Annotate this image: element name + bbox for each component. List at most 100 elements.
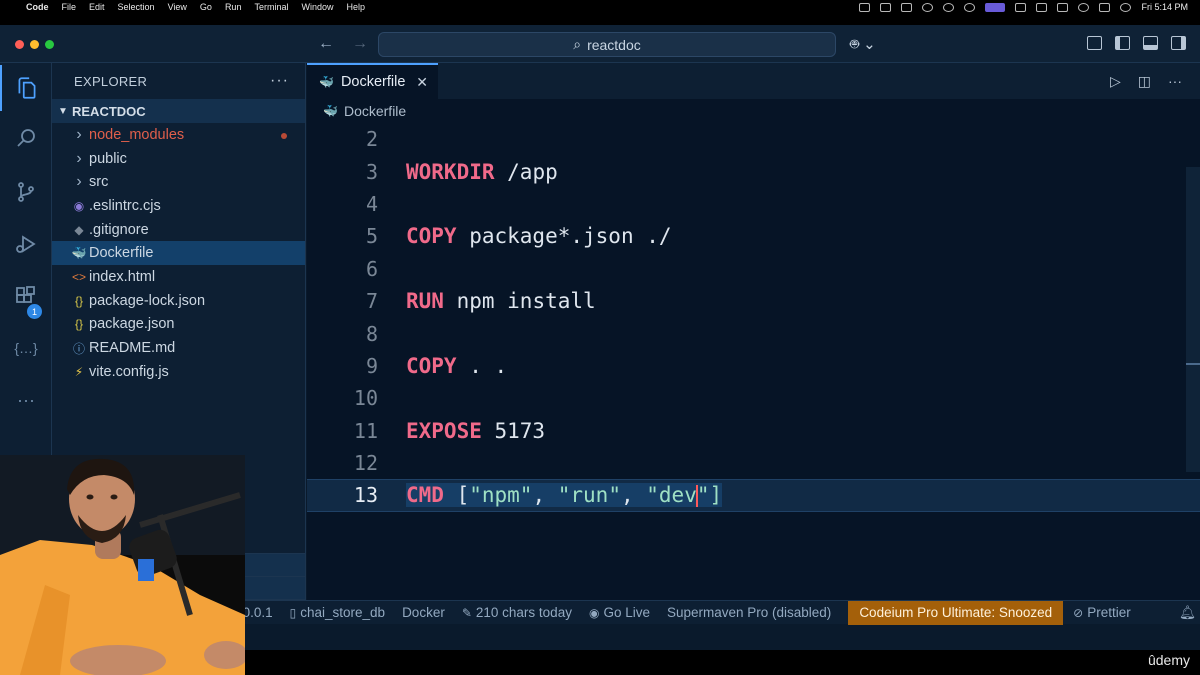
minimize-window-button[interactable]	[30, 40, 39, 49]
code-line[interactable]: 2	[307, 123, 1200, 155]
tray-image-icon[interactable]	[901, 2, 913, 12]
tray-record-icon[interactable]	[922, 2, 934, 12]
tray-display-icon[interactable]	[1057, 2, 1069, 12]
breadcrumb-file[interactable]: Dockerfile	[344, 103, 406, 119]
tray-app-icon[interactable]	[859, 2, 871, 12]
back-arrow-icon[interactable]: ←	[318, 35, 334, 53]
code-line[interactable]: 7 RUN npm install	[307, 285, 1200, 317]
line-number: 3	[365, 159, 378, 184]
siri-icon[interactable]	[1120, 2, 1132, 12]
explorer-item-vite-config-js[interactable]: ⚡ vite.config.js	[52, 360, 305, 384]
menu-app-code[interactable]: Code	[26, 2, 49, 12]
explorer-item-gitignore[interactable]: ◆ .gitignore	[52, 218, 305, 242]
tray-circle-icon[interactable]	[943, 2, 955, 12]
explorer-item-readme-md[interactable]: ⓘ README.md	[52, 336, 305, 360]
line-content[interactable]: COPY package*.json ./	[406, 224, 672, 248]
tray-active-app-icon[interactable]	[985, 2, 1006, 12]
menu-terminal[interactable]: Terminal	[254, 2, 288, 12]
status-golive[interactable]: ◉ Go Live	[589, 605, 650, 620]
chevron-right-icon: ›	[76, 173, 82, 191]
breadcrumb[interactable]: 🐳 Dockerfile	[307, 99, 1200, 123]
tray-bluetooth-icon[interactable]	[1036, 2, 1048, 12]
code-line[interactable]: 10	[307, 382, 1200, 414]
extensions-badge: 1	[27, 304, 42, 319]
tray-screen-icon[interactable]	[880, 2, 892, 12]
file-type-icon: <>	[71, 269, 86, 284]
copilot-icon[interactable]: 🤖︎ ⌄	[850, 34, 876, 55]
more-views-icon[interactable]: ···	[0, 377, 52, 423]
line-content[interactable]: CMD ["npm", "run", "dev"]	[406, 483, 723, 508]
menu-help[interactable]: Help	[346, 2, 365, 12]
json-outline-icon[interactable]: {…}	[0, 325, 52, 371]
code-line-current[interactable]: 13 CMD ["npm", "run", "dev"]	[307, 479, 1200, 512]
notifications-bell-icon[interactable]: 🔔︎	[1179, 605, 1196, 621]
status-prettier[interactable]: ⊘ Prettier	[1073, 605, 1131, 620]
command-center-search[interactable]: ⌕ reactdoc	[378, 32, 836, 57]
code-line[interactable]: 8	[307, 317, 1200, 349]
explorer-item-dockerfile[interactable]: 🐳 Dockerfile	[52, 241, 305, 266]
run-debug-icon[interactable]	[0, 221, 52, 267]
forward-arrow-icon[interactable]: →	[352, 35, 368, 53]
zoom-window-button[interactable]	[45, 40, 54, 49]
wifi-icon[interactable]	[1078, 2, 1090, 12]
explorer-item-public[interactable]: › public	[52, 147, 305, 171]
explorer-item-src[interactable]: › src	[52, 170, 305, 194]
menubar-clock[interactable]: Fri 5:14 PM	[1141, 2, 1188, 12]
menu-window[interactable]: Window	[301, 2, 333, 12]
close-window-button[interactable]	[15, 40, 24, 49]
run-icon[interactable]: ▷	[1110, 73, 1121, 90]
status-supermaven[interactable]: Supermaven Pro (disabled)	[667, 605, 831, 620]
search-icon[interactable]	[0, 115, 52, 161]
source-control-icon[interactable]	[0, 169, 52, 215]
workspace-folder-header[interactable]: ▼ REACTDOC	[52, 99, 305, 123]
status-db[interactable]: ▯ chai_store_db	[290, 605, 385, 620]
code-line[interactable]: 4	[307, 188, 1200, 220]
chevron-right-icon: ›	[76, 125, 82, 143]
toggle-panel-icon[interactable]	[1143, 36, 1158, 50]
tray-media-icon[interactable]	[964, 2, 976, 12]
toggle-primary-sidebar-icon[interactable]	[1115, 36, 1130, 50]
explorer-files-icon[interactable]	[0, 65, 52, 111]
explorer-item-node-modules[interactable]: › node_modules	[52, 123, 305, 147]
code-line[interactable]: 12	[307, 447, 1200, 479]
line-content[interactable]: RUN npm install	[406, 289, 596, 313]
status-golive-label: Go Live	[603, 605, 650, 620]
code-line[interactable]: 11 EXPOSE 5173	[307, 415, 1200, 447]
explorer-more-icon[interactable]: ···	[270, 72, 289, 90]
control-center-icon[interactable]	[1099, 2, 1111, 12]
explorer-item-index-html[interactable]: <> index.html	[52, 265, 305, 289]
toggle-secondary-sidebar-icon[interactable]	[1171, 36, 1186, 50]
extensions-icon[interactable]: 1	[0, 273, 52, 319]
menu-selection[interactable]: Selection	[118, 2, 155, 12]
string-token: "dev	[646, 483, 697, 508]
more-actions-icon[interactable]: ···	[1168, 73, 1182, 90]
status-codeium[interactable]: Codeium Pro Ultimate: Snoozed	[848, 600, 1064, 625]
code-line[interactable]: 6	[307, 253, 1200, 285]
udemy-watermark: ûdemy	[1147, 652, 1190, 668]
code-area[interactable]: 2 3 WORKDIR /app 4 5 COPY package*.json ./ 6 7 R…	[307, 123, 1200, 512]
line-content[interactable]: WORKDIR /app	[406, 160, 558, 184]
line-content[interactable]: COPY . .	[406, 354, 507, 378]
close-icon[interactable]: ✕	[416, 74, 428, 91]
tray-battery-icon[interactable]	[1015, 2, 1027, 12]
menu-edit[interactable]: Edit	[89, 2, 105, 12]
explorer-item-package-lock-json[interactable]: {} package-lock.json	[52, 289, 305, 313]
explorer-item-package-json[interactable]: {} package.json	[52, 313, 305, 337]
line-number: 4	[365, 191, 378, 216]
code-line[interactable]: 5 COPY package*.json ./	[307, 220, 1200, 252]
customize-layout-icon[interactable]	[1087, 36, 1102, 50]
explorer-item-eslintrc-cjs[interactable]: ◉ .eslintrc.cjs	[52, 194, 305, 218]
tab-dockerfile[interactable]: 🐳 Dockerfile ✕	[307, 63, 438, 99]
code-line[interactable]: 9 COPY . .	[307, 350, 1200, 382]
line-content[interactable]: EXPOSE 5173	[406, 419, 545, 443]
split-editor-icon[interactable]: ◫	[1138, 73, 1151, 90]
menu-run[interactable]: Run	[225, 2, 242, 12]
code-line[interactable]: 3 WORKDIR /app	[307, 155, 1200, 187]
menu-go[interactable]: Go	[200, 2, 212, 12]
editor-scrollbar[interactable]	[1186, 167, 1200, 472]
line-number: 5	[365, 224, 378, 249]
menu-view[interactable]: View	[168, 2, 187, 12]
status-docker[interactable]: Docker	[402, 605, 445, 620]
status-chars[interactable]: ✎ 210 chars today	[462, 605, 572, 620]
menu-file[interactable]: File	[62, 2, 77, 12]
